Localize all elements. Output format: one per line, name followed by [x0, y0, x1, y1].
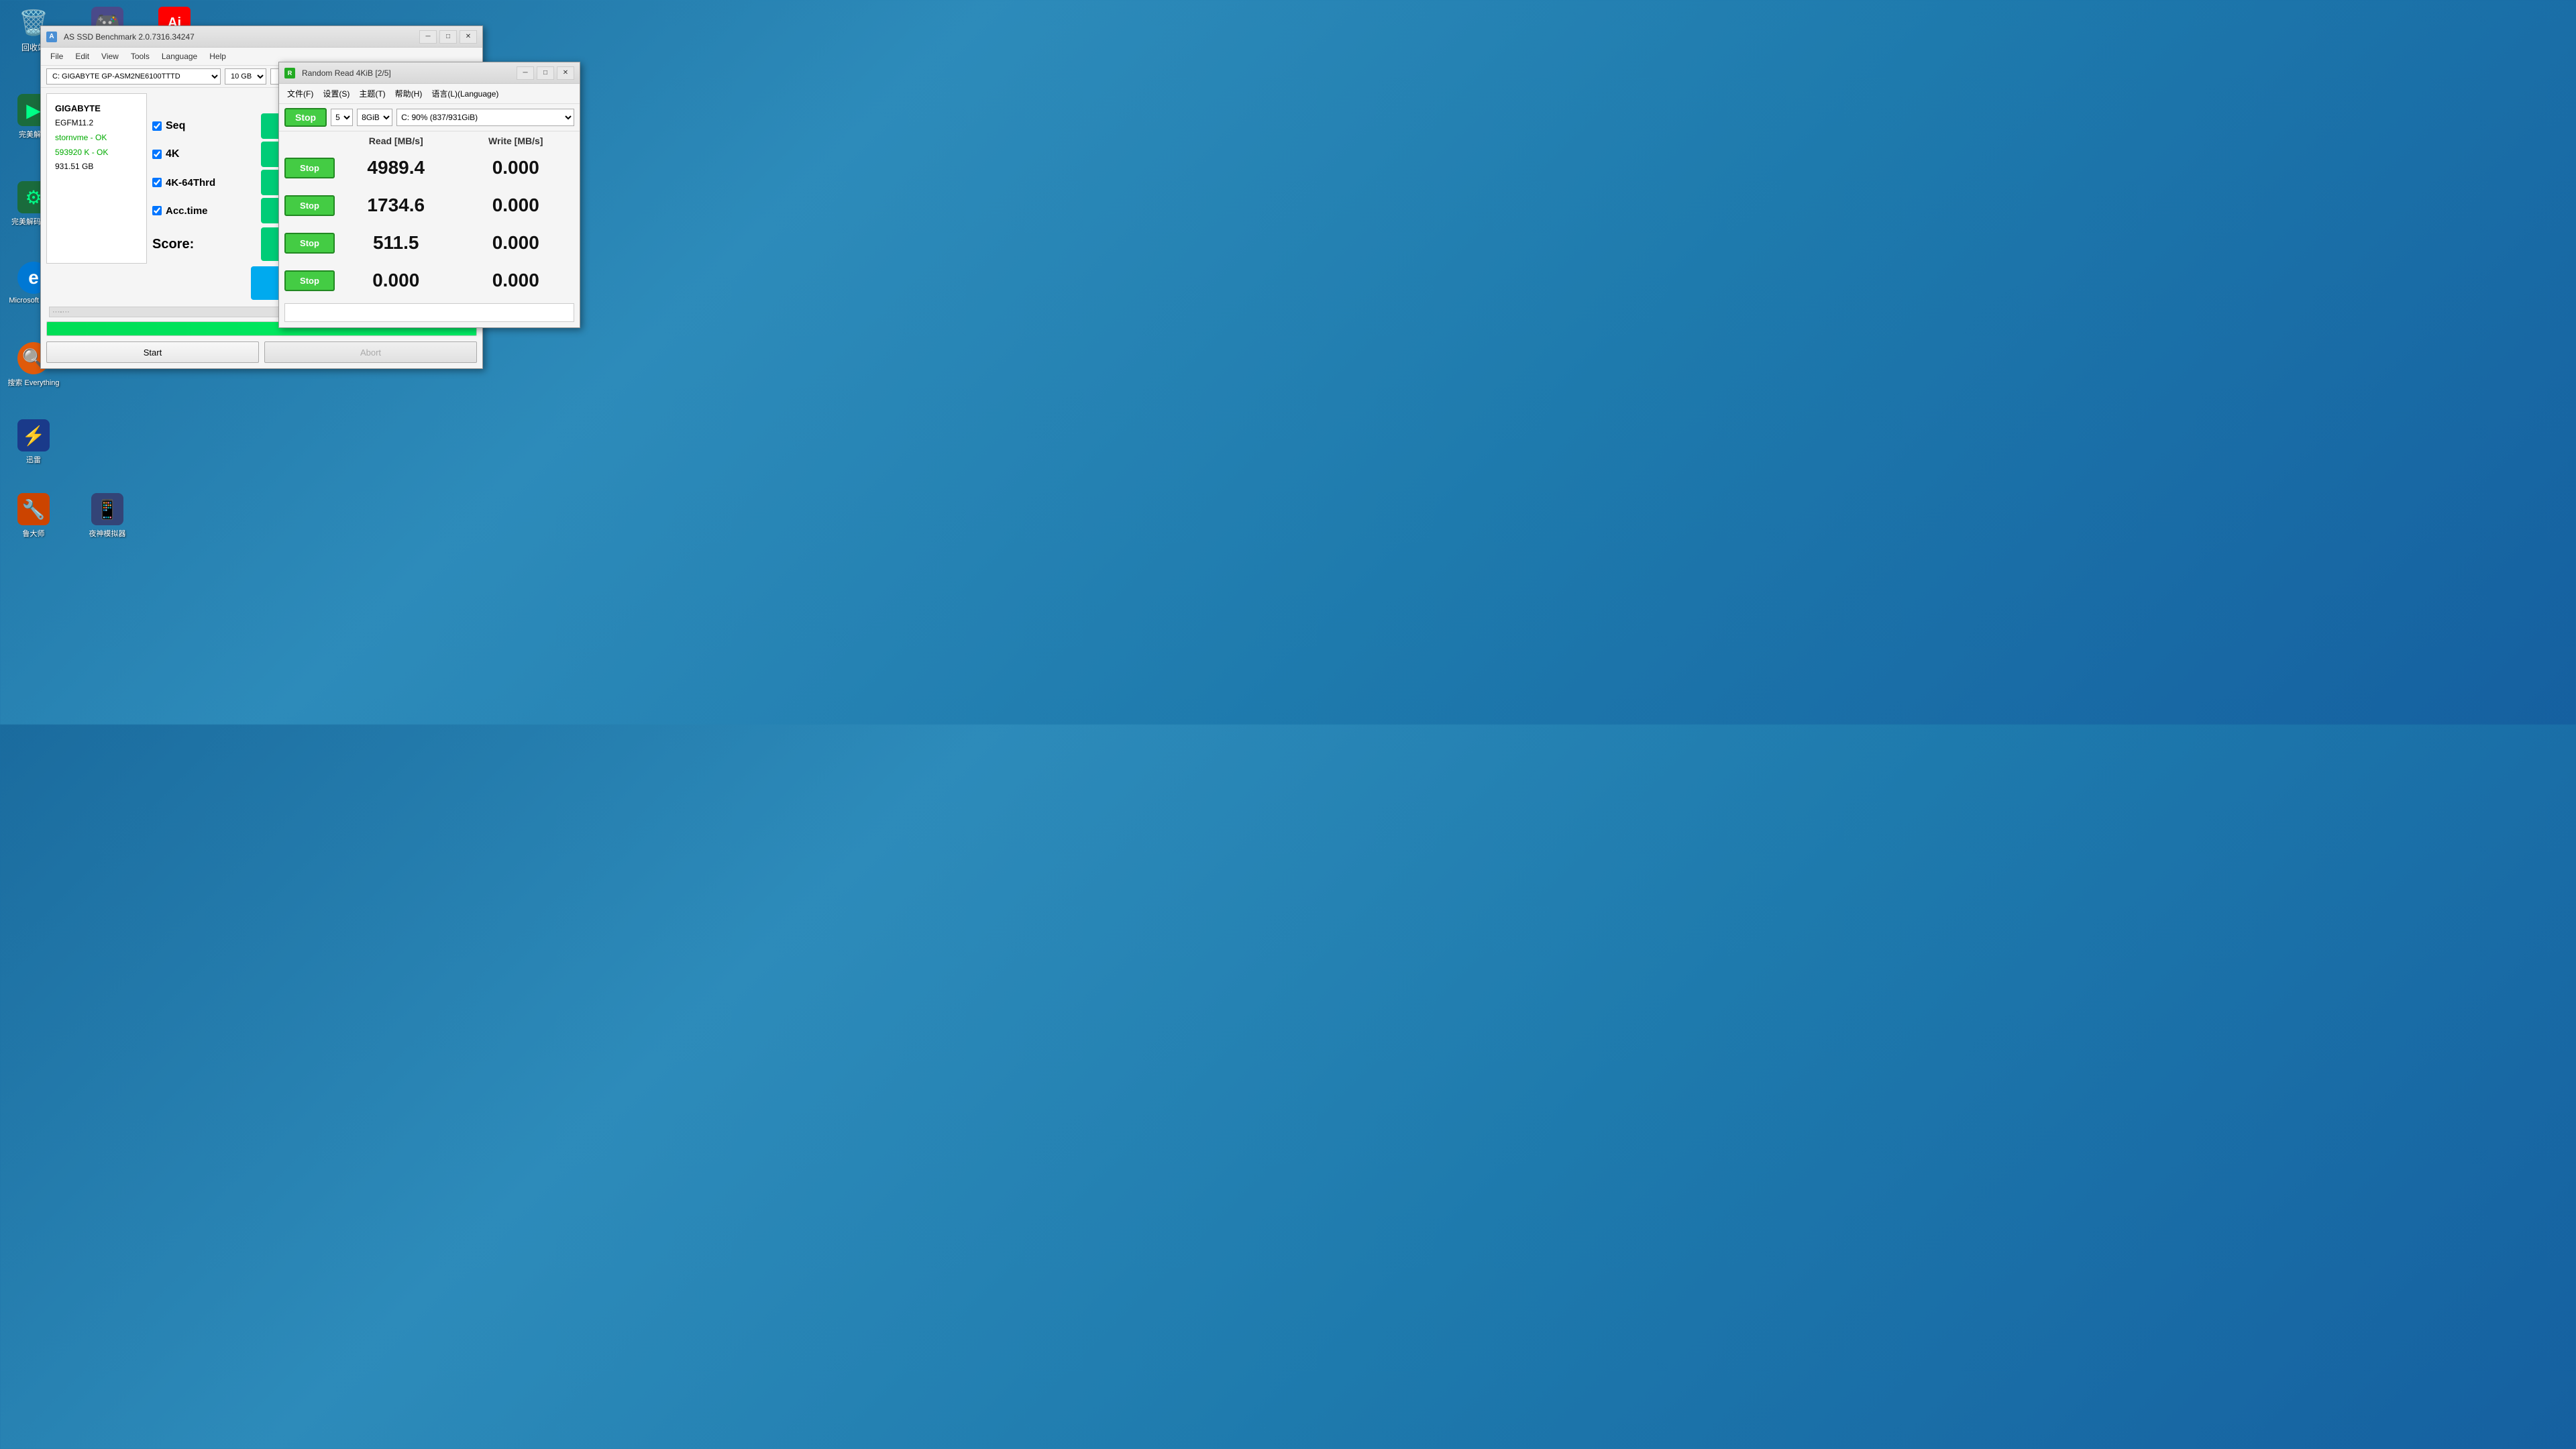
- randread-close-button[interactable]: ✕: [557, 66, 574, 80]
- rr-write-val-2: 0.000: [458, 189, 575, 221]
- rr-menu-language[interactable]: 语言(L)(Language): [427, 86, 502, 101]
- xunlei-icon: ⚡: [17, 419, 50, 451]
- rr-write-header: Write [MB/s]: [458, 136, 575, 146]
- drive-capacity: 931.51 GB: [55, 160, 138, 174]
- 4k64-checkbox[interactable]: [152, 178, 162, 187]
- abort-button[interactable]: Abort: [264, 341, 477, 363]
- rr-row-2: Stop 1734.6 0.000: [279, 188, 580, 223]
- rr-read-val-3: 511.5: [337, 227, 455, 259]
- randread-toolbar: Stop 5 8GiB C: 90% (837/931GiB): [279, 104, 580, 131]
- desktop-icon-ludashi[interactable]: 🔧 鲁大师: [7, 493, 60, 539]
- 4k64-label-area: 4K-64Thrd: [152, 177, 260, 189]
- asssd-title-area: A AS SSD Benchmark 2.0.7316.34247: [46, 32, 195, 42]
- rr-stop-btn-4[interactable]: Stop: [284, 270, 335, 291]
- rr-size-select[interactable]: 8GiB: [357, 109, 392, 126]
- rr-menu-settings[interactable]: 设置(S): [319, 86, 354, 101]
- randread-title-area: R Random Read 4KiB [2/5]: [284, 68, 391, 78]
- desktop-icon-xunlei[interactable]: ⚡ 迅雷: [7, 419, 60, 465]
- rr-progress-area: [284, 303, 574, 322]
- acctime-label-area: Acc.time: [152, 205, 260, 217]
- asssd-maximize-button[interactable]: □: [439, 30, 457, 44]
- night-label: 夜神模拟器: [89, 528, 126, 539]
- rr-stop-btn-2[interactable]: Stop: [284, 195, 335, 216]
- acctime-label: Acc.time: [166, 205, 208, 217]
- rr-write-val-1: 0.000: [458, 152, 575, 184]
- 4k64-label: 4K-64Thrd: [166, 177, 215, 189]
- drive-firmware: EGFM11.2: [55, 116, 138, 131]
- desktop-icon-night[interactable]: 📱 夜神模拟器: [80, 493, 134, 539]
- xunlei-label: 迅雷: [26, 454, 41, 465]
- start-button[interactable]: Start: [46, 341, 259, 363]
- drive-model: GIGABYTE: [55, 101, 138, 116]
- search-label: 搜索 Everything: [7, 377, 59, 388]
- randread-minimize-button[interactable]: ─: [517, 66, 534, 80]
- rr-stop-btn-3[interactable]: Stop: [284, 233, 335, 254]
- rr-read-header: Read [MB/s]: [337, 136, 455, 146]
- drive-info-panel: GIGABYTE EGFM11.2 stornvme - OK 593920 K…: [46, 93, 147, 264]
- menu-tools[interactable]: Tools: [125, 50, 155, 63]
- rr-write-val-3: 0.000: [458, 227, 575, 259]
- seq-label-area: Seq: [152, 120, 260, 132]
- asssd-bottom-buttons: Start Abort: [46, 341, 477, 363]
- 4k-label: 4K: [166, 148, 179, 160]
- ludashi-label: 鲁大师: [23, 528, 45, 539]
- rr-read-val-2: 1734.6: [337, 189, 455, 221]
- rr-table-headers: Read [MB/s] Write [MB/s]: [279, 131, 580, 150]
- menu-file[interactable]: File: [45, 50, 68, 63]
- rr-read-val-1: 4989.4: [337, 152, 455, 184]
- rr-toolbar-stop-button[interactable]: Stop: [284, 108, 327, 127]
- menu-edit[interactable]: Edit: [70, 50, 95, 63]
- asssd-minimize-button[interactable]: ─: [419, 30, 437, 44]
- randread-maximize-button[interactable]: □: [537, 66, 554, 80]
- asssd-title-text: AS SSD Benchmark 2.0.7316.34247: [64, 32, 195, 42]
- randread-app-icon: R: [284, 68, 295, 78]
- rr-row-3: Stop 511.5 0.000: [279, 225, 580, 260]
- menu-view[interactable]: View: [96, 50, 124, 63]
- randread-title-text: Random Read 4KiB [2/5]: [302, 68, 391, 78]
- rr-menu-theme[interactable]: 主题(T): [355, 86, 389, 101]
- rr-row-1: Stop 4989.4 0.000: [279, 150, 580, 185]
- drive-cache: 593920 K - OK: [55, 146, 138, 160]
- size-select[interactable]: 10 GB: [225, 68, 266, 85]
- randread-window: R Random Read 4KiB [2/5] ─ □ ✕ 文件(F) 设置(…: [278, 62, 580, 328]
- ludashi-icon: 🔧: [17, 493, 50, 525]
- asssd-app-icon: A: [46, 32, 57, 42]
- rr-menu-file[interactable]: 文件(F): [283, 86, 317, 101]
- seq-checkbox[interactable]: [152, 121, 162, 131]
- menu-language[interactable]: Language: [156, 50, 203, 63]
- menu-help[interactable]: Help: [204, 50, 231, 63]
- rr-write-val-4: 0.000: [458, 264, 575, 297]
- randread-titlebar: R Random Read 4KiB [2/5] ─ □ ✕: [279, 62, 580, 84]
- rr-count-select[interactable]: 5: [331, 109, 353, 126]
- acctime-checkbox[interactable]: [152, 206, 162, 215]
- rr-drive-select[interactable]: C: 90% (837/931GiB): [396, 109, 574, 126]
- drive-select[interactable]: C: GIGABYTE GP-ASM2NE6100TTTD: [46, 68, 221, 85]
- asssd-window-controls: ─ □ ✕: [419, 30, 477, 44]
- 4k-checkbox[interactable]: [152, 150, 162, 159]
- rr-menu-help[interactable]: 帮助(H): [391, 86, 427, 101]
- randread-menu-bar: 文件(F) 设置(S) 主题(T) 帮助(H) 语言(L)(Language): [279, 84, 580, 104]
- drive-driver: stornvme - OK: [55, 131, 138, 146]
- asssd-titlebar: A AS SSD Benchmark 2.0.7316.34247 ─ □ ✕: [41, 26, 482, 48]
- seq-label: Seq: [166, 120, 185, 132]
- 4k-label-area: 4K: [152, 148, 260, 160]
- rr-stop-btn-1[interactable]: Stop: [284, 158, 335, 178]
- rr-read-val-4: 0.000: [337, 264, 455, 297]
- asssd-close-button[interactable]: ✕: [460, 30, 477, 44]
- rr-row-4: Stop 0.000 0.000: [279, 263, 580, 298]
- randread-window-controls: ─ □ ✕: [517, 66, 574, 80]
- score-label: Score:: [152, 234, 260, 255]
- night-icon: 📱: [91, 493, 123, 525]
